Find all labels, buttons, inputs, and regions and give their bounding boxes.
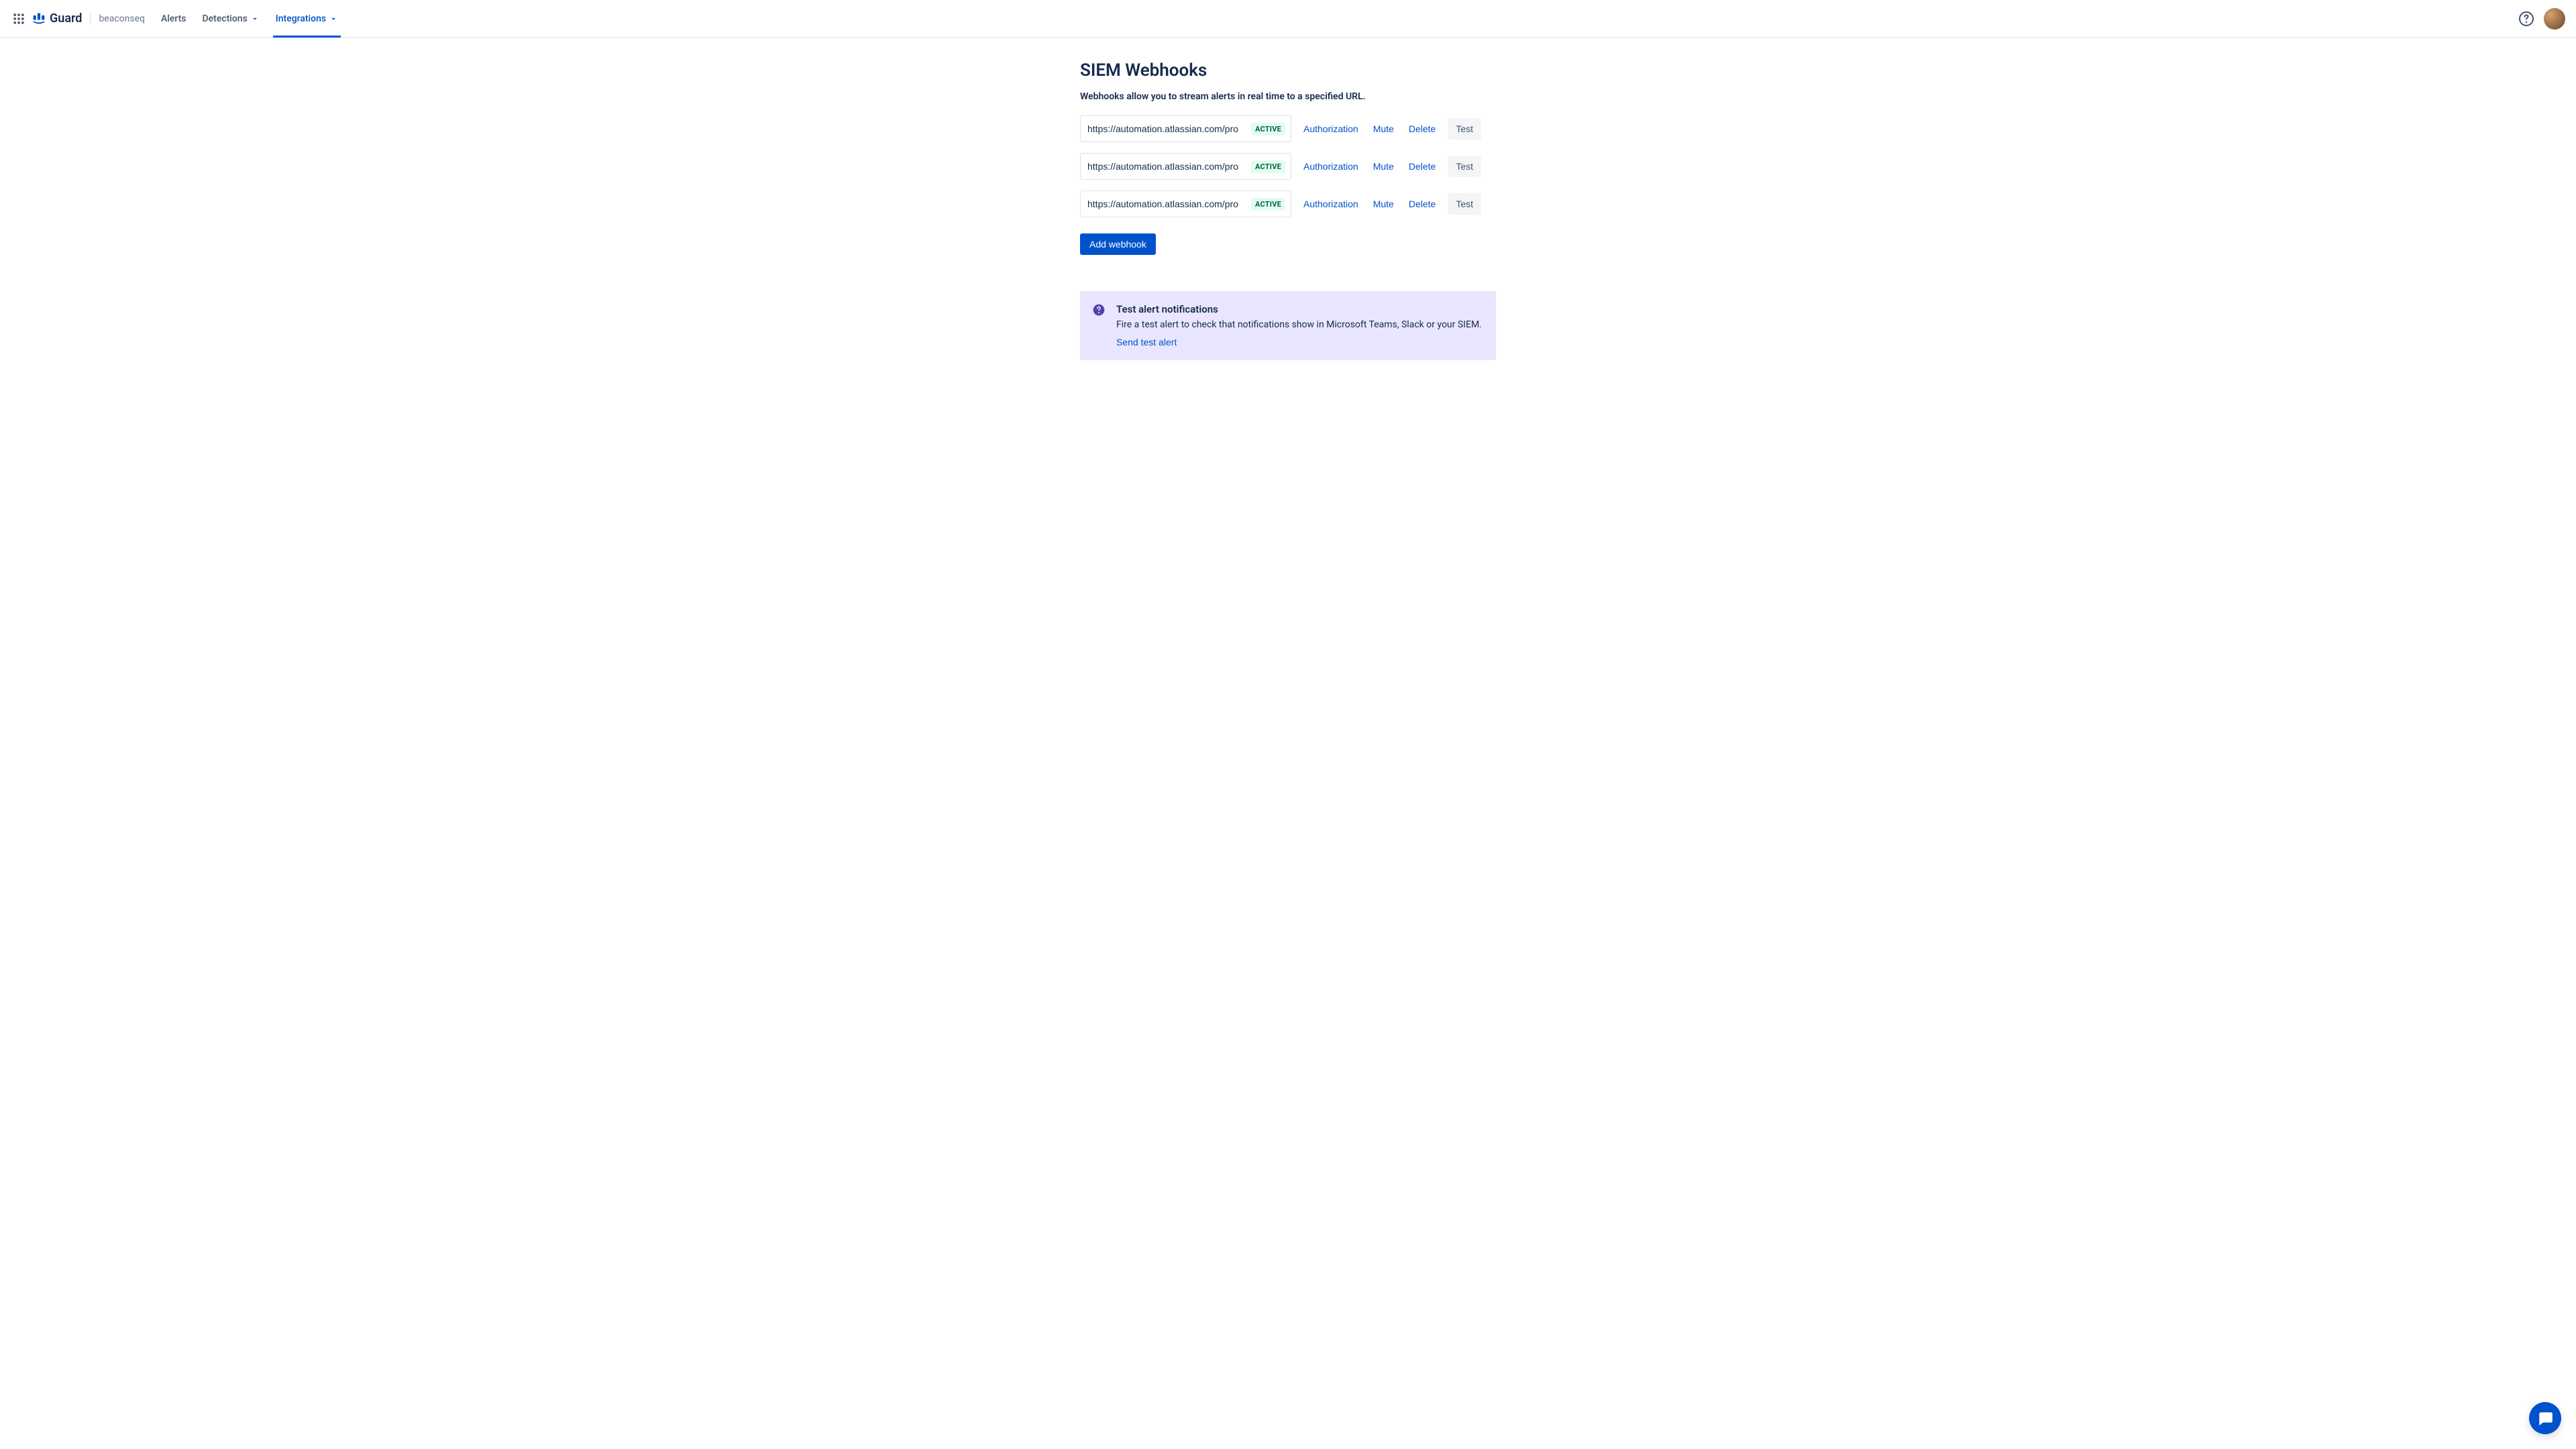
webhook-url-input[interactable] bbox=[1081, 191, 1251, 217]
webhook-url-box: ACTIVE bbox=[1080, 153, 1291, 180]
info-body: Fire a test alert to check that notifica… bbox=[1116, 319, 1484, 330]
mute-button[interactable]: Mute bbox=[1371, 119, 1397, 138]
test-button[interactable]: Test bbox=[1448, 156, 1481, 177]
webhook-row: ACTIVE Authorization Mute Delete Test bbox=[1080, 115, 1496, 142]
chat-widget-button[interactable] bbox=[2529, 1402, 2561, 1434]
add-webhook-button[interactable]: Add webhook bbox=[1080, 233, 1156, 255]
webhook-row: ACTIVE Authorization Mute Delete Test bbox=[1080, 191, 1496, 217]
test-button[interactable]: Test bbox=[1448, 193, 1481, 215]
chevron-down-icon bbox=[250, 14, 260, 23]
webhook-url-box: ACTIVE bbox=[1080, 191, 1291, 217]
send-test-alert-link[interactable]: Send test alert bbox=[1116, 337, 1177, 347]
status-badge: ACTIVE bbox=[1251, 123, 1285, 136]
workspace-name[interactable]: beaconseq bbox=[99, 13, 145, 24]
info-panel: Test alert notifications Fire a test ale… bbox=[1080, 291, 1496, 360]
webhook-row: ACTIVE Authorization Mute Delete Test bbox=[1080, 153, 1496, 180]
nav-label: Alerts bbox=[161, 13, 186, 24]
test-button[interactable]: Test bbox=[1448, 118, 1481, 140]
header-right bbox=[2518, 8, 2565, 30]
info-content: Test alert notifications Fire a test ale… bbox=[1116, 303, 1484, 348]
delete-button[interactable]: Delete bbox=[1406, 195, 1438, 213]
webhook-url-box: ACTIVE bbox=[1080, 115, 1291, 142]
help-icon[interactable] bbox=[2518, 11, 2534, 27]
status-badge: ACTIVE bbox=[1251, 160, 1285, 173]
delete-button[interactable]: Delete bbox=[1406, 157, 1438, 176]
chevron-down-icon bbox=[329, 14, 338, 23]
nav-detections[interactable]: Detections bbox=[196, 0, 266, 38]
webhook-url-input[interactable] bbox=[1081, 116, 1251, 142]
divider bbox=[90, 12, 91, 25]
avatar[interactable] bbox=[2544, 8, 2565, 30]
nav-integrations[interactable]: Integrations bbox=[269, 0, 345, 38]
main-nav: Alerts Detections Integrations bbox=[154, 0, 345, 38]
app-switcher-icon[interactable] bbox=[11, 11, 27, 27]
nav-label: Detections bbox=[203, 13, 248, 24]
nav-alerts[interactable]: Alerts bbox=[154, 0, 193, 38]
product-logo[interactable]: Guard bbox=[32, 11, 82, 25]
authorization-button[interactable]: Authorization bbox=[1301, 157, 1361, 176]
mute-button[interactable]: Mute bbox=[1371, 195, 1397, 213]
info-title: Test alert notifications bbox=[1116, 303, 1484, 315]
main-content: SIEM Webhooks Webhooks allow you to stre… bbox=[1067, 38, 1509, 383]
status-badge: ACTIVE bbox=[1251, 198, 1285, 211]
app-header: Guard beaconseq Alerts Detections Integr… bbox=[0, 0, 2576, 38]
webhook-url-input[interactable] bbox=[1081, 154, 1251, 179]
mute-button[interactable]: Mute bbox=[1371, 157, 1397, 176]
page-title: SIEM Webhooks bbox=[1080, 60, 1496, 80]
delete-button[interactable]: Delete bbox=[1406, 119, 1438, 138]
webhook-list: ACTIVE Authorization Mute Delete Test AC… bbox=[1080, 115, 1496, 217]
guard-logo-icon bbox=[32, 12, 46, 25]
page-description: Webhooks allow you to stream alerts in r… bbox=[1080, 91, 1496, 102]
product-name: Guard bbox=[50, 11, 82, 25]
authorization-button[interactable]: Authorization bbox=[1301, 119, 1361, 138]
help-circle-icon bbox=[1092, 303, 1106, 317]
nav-label: Integrations bbox=[276, 13, 326, 24]
authorization-button[interactable]: Authorization bbox=[1301, 195, 1361, 213]
